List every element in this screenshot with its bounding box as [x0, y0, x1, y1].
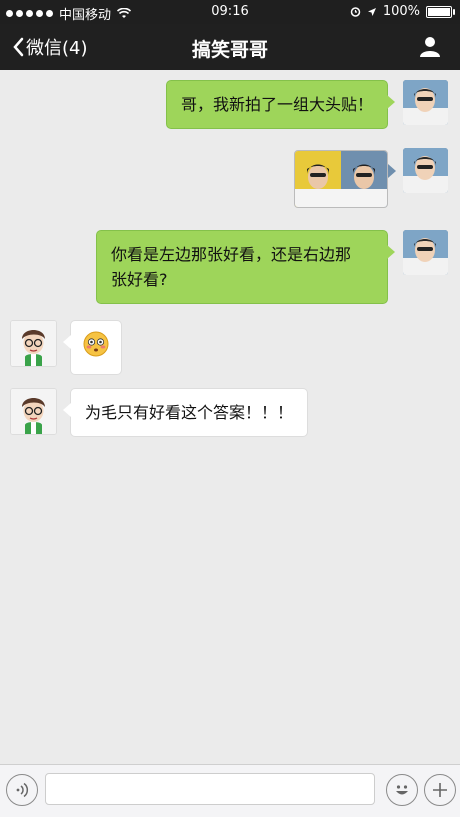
message-list[interactable]: 哥，我新拍了一组大头贴！ 你看是左边那张好看，还是右边那 张好看? 为毛只有好看…	[0, 70, 460, 765]
image-message[interactable]	[294, 150, 388, 208]
message-input[interactable]	[45, 773, 375, 805]
message-bubble[interactable]: 哥，我新拍了一组大头贴！	[165, 80, 396, 129]
message-text-line: 你看是左边那张好看，还是右边那	[111, 245, 352, 264]
message-bubble[interactable]: 为毛只有好看这个答案！！！	[62, 388, 309, 437]
my-avatar[interactable]	[403, 80, 448, 125]
status-right: 100%	[350, 4, 455, 19]
status-bar: 中国移动 09:16 100%	[0, 0, 460, 24]
emoji-button[interactable]	[386, 774, 418, 806]
emoji-bubble[interactable]	[63, 320, 122, 375]
message-text: 为毛只有好看这个答案！！！	[85, 403, 294, 422]
avatar-photo-icon	[403, 80, 448, 125]
input-bar	[0, 764, 460, 817]
battery-percent: 100%	[382, 4, 420, 19]
page-title: 搞笑哥哥	[191, 39, 268, 61]
smile-icon	[396, 785, 408, 795]
nav-bar: 微信(4) 搞笑哥哥	[0, 24, 460, 70]
voice-icon	[16, 782, 29, 798]
avatar-photo-icon	[403, 230, 448, 275]
voice-button[interactable]	[6, 774, 38, 806]
cartoon-avatar-icon	[11, 389, 56, 434]
more-button[interactable]	[424, 774, 456, 806]
person-icon[interactable]	[418, 34, 442, 58]
contact-avatar[interactable]	[10, 388, 57, 435]
my-avatar[interactable]	[403, 148, 448, 193]
message-text: 哥，我新拍了一组大头贴！	[180, 95, 373, 114]
battery-icon	[426, 5, 455, 18]
photo-thumbnail-icon	[295, 151, 387, 207]
image-bubble-tail	[388, 164, 396, 178]
location-arrow-icon	[367, 7, 376, 16]
alarm-icon	[350, 7, 361, 17]
my-avatar[interactable]	[403, 230, 448, 275]
message-bubble[interactable]: 你看是左边那张好看，还是右边那 张好看?	[96, 230, 395, 304]
cartoon-avatar-icon	[11, 321, 56, 366]
contact-avatar[interactable]	[10, 320, 57, 367]
flushed-face-icon	[83, 331, 109, 357]
avatar-photo-icon	[403, 148, 448, 193]
plus-icon	[433, 783, 447, 797]
message-text-line: 张好看?	[111, 270, 168, 289]
